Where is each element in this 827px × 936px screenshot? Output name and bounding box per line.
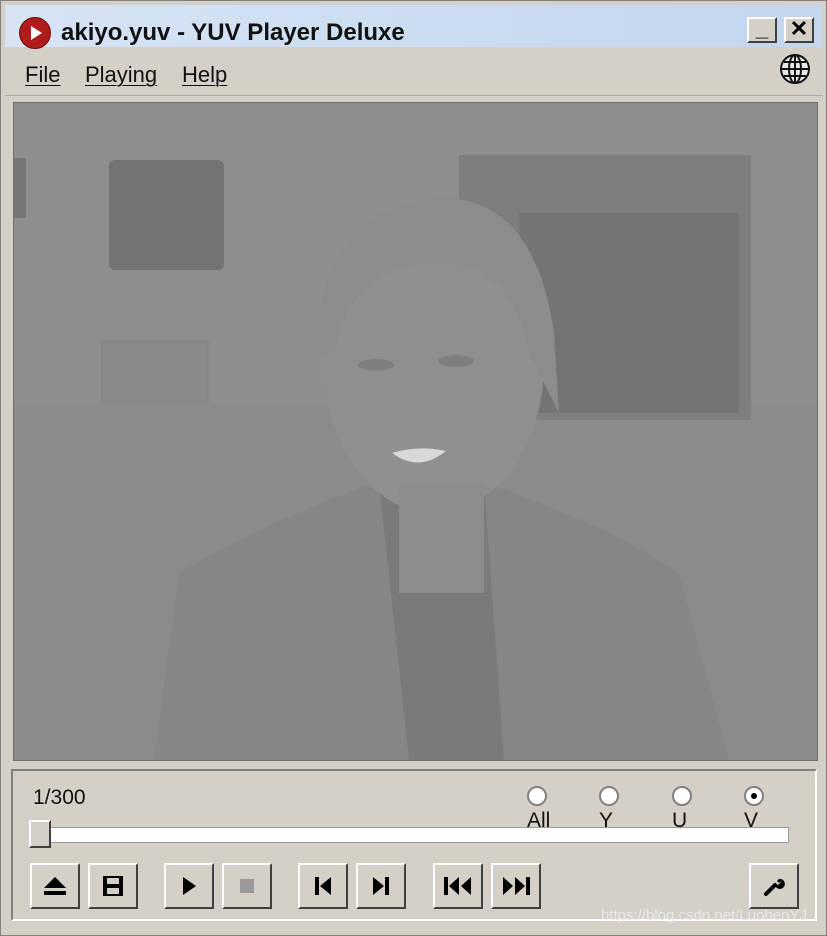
menu-file[interactable]: File bbox=[25, 62, 60, 88]
save-icon bbox=[103, 876, 123, 896]
video-frame bbox=[13, 102, 818, 761]
fast-forward-button[interactable] bbox=[491, 863, 541, 909]
rewind-icon bbox=[444, 877, 471, 895]
fast-forward-icon bbox=[503, 877, 530, 895]
stop-button[interactable] bbox=[222, 863, 272, 909]
app-icon bbox=[19, 17, 51, 49]
menu-playing[interactable]: Playing bbox=[85, 62, 157, 88]
play-button[interactable] bbox=[164, 863, 214, 909]
menu-bar: File Playing Help bbox=[5, 51, 822, 96]
rewind-button[interactable] bbox=[433, 863, 483, 909]
seek-slider-track[interactable] bbox=[33, 827, 789, 843]
radio-y-circle[interactable] bbox=[599, 786, 619, 806]
step-forward-icon bbox=[373, 877, 389, 895]
step-forward-button[interactable] bbox=[356, 863, 406, 909]
wrench-icon bbox=[764, 878, 785, 896]
stop-icon bbox=[240, 879, 254, 893]
title-bar[interactable]: akiyo.yuv - YUV Player Deluxe _ ✕ bbox=[5, 5, 822, 49]
radio-u-circle[interactable] bbox=[672, 786, 692, 806]
watermark-text: https://blog.csdn.net/LuohenYJ bbox=[601, 907, 807, 924]
radio-y[interactable]: Y bbox=[599, 785, 625, 832]
radio-all-circle[interactable] bbox=[527, 786, 547, 806]
radio-all[interactable]: All bbox=[527, 785, 553, 832]
close-button[interactable]: ✕ bbox=[784, 17, 814, 43]
window-title: akiyo.yuv - YUV Player Deluxe bbox=[61, 19, 405, 46]
radio-u[interactable]: U bbox=[672, 785, 698, 832]
frame-counter: 1/300 bbox=[33, 786, 86, 809]
save-button[interactable] bbox=[88, 863, 138, 909]
step-back-icon bbox=[315, 877, 331, 895]
minimize-button[interactable]: _ bbox=[747, 17, 777, 43]
seek-slider-thumb[interactable] bbox=[29, 820, 51, 848]
step-back-button[interactable] bbox=[298, 863, 348, 909]
app-window: akiyo.yuv - YUV Player Deluxe _ ✕ File P… bbox=[0, 0, 827, 936]
video-picture bbox=[14, 103, 817, 760]
eject-icon bbox=[44, 877, 66, 895]
radio-v-circle[interactable] bbox=[744, 786, 764, 806]
menu-help[interactable]: Help bbox=[182, 62, 227, 88]
eject-button[interactable] bbox=[30, 863, 80, 909]
settings-button[interactable] bbox=[749, 863, 799, 909]
globe-icon[interactable] bbox=[779, 53, 811, 85]
play-icon bbox=[183, 877, 196, 895]
radio-v[interactable]: V bbox=[744, 785, 770, 832]
